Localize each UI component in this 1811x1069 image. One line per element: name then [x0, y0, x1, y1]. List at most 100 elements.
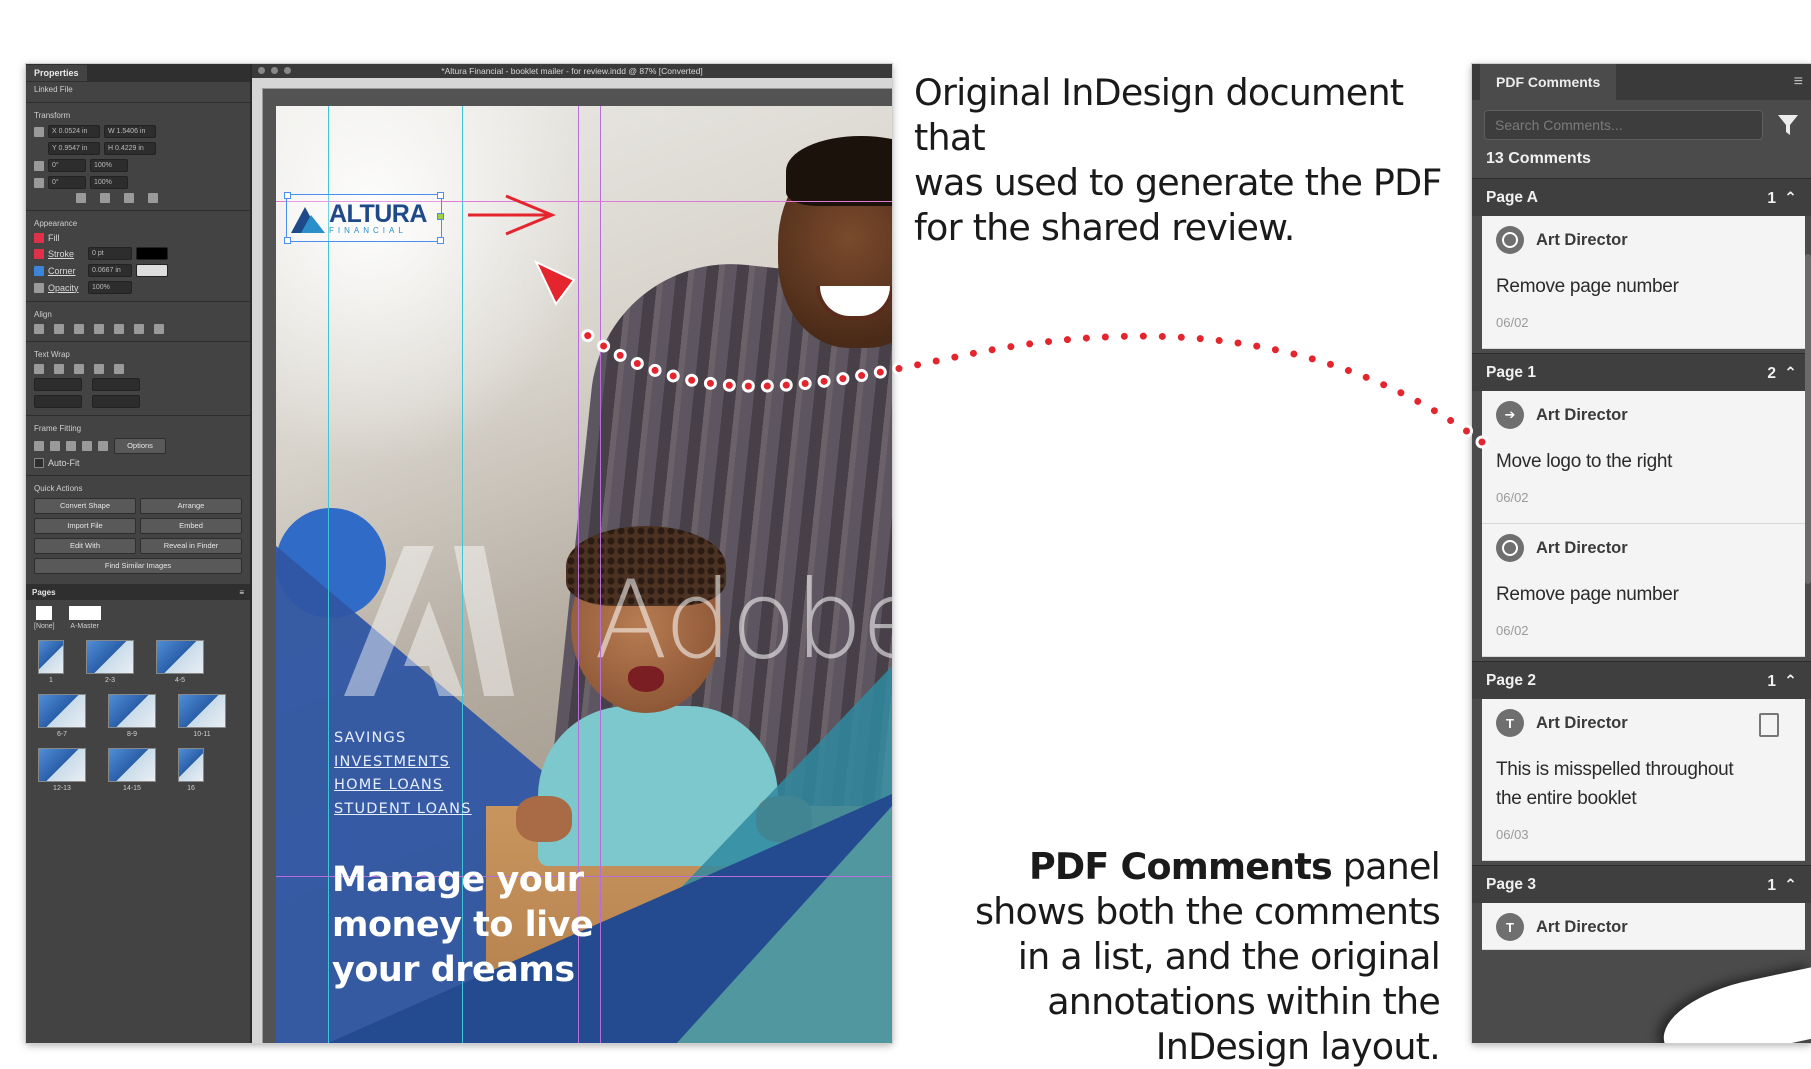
edit-with-button[interactable]: Edit With	[34, 538, 136, 554]
pdf-panel-title[interactable]: PDF Comments	[1480, 64, 1617, 100]
master-none[interactable]: [None]	[34, 606, 55, 630]
wrap-bounding-box-icon[interactable]	[54, 364, 64, 374]
zoom-window-icon[interactable]	[284, 67, 291, 74]
fit-frame-icon[interactable]	[66, 441, 76, 451]
scale-x-field[interactable]: 100%	[90, 159, 128, 172]
corner-label[interactable]: Corner	[48, 266, 84, 276]
rotation-field[interactable]: 0°	[48, 159, 86, 172]
arrange-button[interactable]: Arrange	[140, 498, 242, 514]
wrap-offset-bottom[interactable]	[34, 395, 82, 408]
flip-vertical-icon[interactable]	[148, 193, 158, 203]
stroke-type-dropdown[interactable]	[136, 247, 168, 260]
fit-content-icon[interactable]	[50, 441, 60, 451]
close-window-icon[interactable]	[258, 67, 265, 74]
page-thumb[interactable]: 1	[38, 640, 64, 684]
comment-card[interactable]: Art Director Remove page number 06/02	[1482, 524, 1805, 657]
comment-card[interactable]: T Art Director	[1482, 903, 1805, 950]
page-thumb[interactable]: 4-5	[156, 640, 204, 684]
flip-horizontal-icon[interactable]	[124, 193, 134, 203]
page-thumb[interactable]: 12-13	[38, 748, 86, 792]
width-field[interactable]: W 1.5406 in	[104, 125, 156, 138]
altura-logo-frame[interactable]: ALTURA FINANCIAL	[284, 192, 444, 244]
frame-fitting-options-button[interactable]: Options	[114, 438, 166, 454]
page-thumb[interactable]: 2-3	[86, 640, 134, 684]
panel-menu-icon[interactable]: ≡	[1794, 73, 1803, 91]
align-middle-icon[interactable]	[114, 324, 124, 334]
page-thumb[interactable]: 8-9	[108, 694, 156, 738]
fit-proportional-icon[interactable]	[82, 441, 92, 451]
tab-properties[interactable]: Properties	[26, 65, 87, 81]
wrap-object-shape-icon[interactable]	[74, 364, 84, 374]
page-thumb[interactable]: 14-15	[108, 748, 156, 792]
convert-shape-button[interactable]: Convert Shape	[34, 498, 136, 514]
reveal-in-finder-button[interactable]: Reveal in Finder	[140, 538, 242, 554]
embed-button[interactable]: Embed	[140, 518, 242, 534]
page-thumb[interactable]: 10-11	[178, 694, 226, 738]
corner-icon[interactable]	[34, 265, 44, 276]
align-left-icon[interactable]	[34, 324, 44, 334]
document-page[interactable]: Adobe ALTURA FINANCIAL SAVINGS INVESTM	[276, 106, 892, 1043]
selection-handle[interactable]	[437, 237, 444, 244]
stroke-swatch-icon[interactable]	[34, 248, 44, 259]
content-grabber-handle[interactable]	[437, 213, 444, 220]
import-file-button[interactable]: Import File	[34, 518, 136, 534]
corner-shape-dropdown[interactable]	[136, 264, 168, 277]
scale-y-field[interactable]: 100%	[90, 176, 128, 189]
chevron-up-icon[interactable]: ⌃	[1784, 189, 1797, 208]
align-bottom-icon[interactable]	[134, 324, 144, 334]
panel-menu-icon[interactable]: ≡	[239, 588, 244, 597]
align-top-icon[interactable]	[94, 324, 104, 334]
align-center-icon[interactable]	[54, 324, 64, 334]
jump-object-icon[interactable]	[94, 364, 104, 374]
opacity-label[interactable]: Opacity	[48, 283, 84, 293]
find-similar-images-button[interactable]: Find Similar Images	[34, 558, 242, 574]
horizontal-ruler[interactable]	[252, 78, 892, 89]
fill-frame-icon[interactable]	[34, 441, 44, 451]
master-a[interactable]: A-Master	[68, 606, 101, 630]
center-content-icon[interactable]	[98, 441, 108, 451]
search-comments-input[interactable]: Search Comments...	[1484, 110, 1763, 140]
comment-card[interactable]: ➔ Art Director Move logo to the right 06/…	[1482, 391, 1805, 524]
rotate-cw-icon[interactable]	[76, 193, 86, 203]
stroke-label[interactable]: Stroke	[48, 249, 84, 259]
fill-swatch-icon[interactable]	[34, 233, 44, 243]
jump-next-column-icon[interactable]	[114, 364, 124, 374]
selection-handle[interactable]	[284, 237, 291, 244]
comment-card[interactable]: Art Director Remove page number 06/02	[1482, 216, 1805, 349]
vertical-ruler[interactable]	[252, 88, 263, 1043]
selection-handle[interactable]	[437, 192, 444, 199]
x-field[interactable]: X 0.0524 in	[48, 125, 100, 138]
distribute-icon[interactable]	[154, 324, 164, 334]
height-field[interactable]: H 0.4229 in	[104, 142, 156, 155]
filter-icon[interactable]	[1777, 113, 1799, 137]
corner-size-field[interactable]: 0.0667 in	[88, 264, 132, 277]
y-field[interactable]: Y 0.9547 in	[48, 142, 100, 155]
chevron-up-icon[interactable]: ⌃	[1784, 364, 1797, 383]
auto-fit-checkbox[interactable]	[34, 458, 44, 468]
selection-handle[interactable]	[284, 192, 291, 199]
scrollbar[interactable]	[1805, 254, 1811, 584]
opacity-field[interactable]: 100%	[88, 281, 132, 294]
reply-document-icon[interactable]	[1759, 713, 1779, 737]
chevron-up-icon[interactable]: ⌃	[1784, 876, 1797, 895]
align-right-icon[interactable]	[74, 324, 84, 334]
chevron-up-icon[interactable]: ⌃	[1784, 672, 1797, 691]
comment-group-header[interactable]: Page A 1 ⌃	[1472, 178, 1811, 216]
wrap-offset-right[interactable]	[92, 378, 140, 391]
reference-point-icon[interactable]	[34, 126, 44, 137]
minimize-window-icon[interactable]	[271, 67, 278, 74]
comment-group-header[interactable]: Page 2 1 ⌃	[1472, 661, 1811, 699]
stroke-weight-field[interactable]: 0 pt	[88, 247, 132, 260]
pages-panel-header[interactable]: Pages ≡	[26, 584, 250, 600]
wrap-offset-left[interactable]	[92, 395, 140, 408]
page-thumb[interactable]: 16	[178, 748, 204, 792]
no-wrap-icon[interactable]	[34, 364, 44, 374]
page-thumb[interactable]: 6-7	[38, 694, 86, 738]
comment-card[interactable]: T Art Director This is misspelled through…	[1482, 699, 1805, 861]
comment-group-header[interactable]: Page 3 1 ⌃	[1472, 865, 1811, 903]
rotate-ccw-icon[interactable]	[100, 193, 110, 203]
shear-field[interactable]: 0°	[48, 176, 86, 189]
wrap-offset-top[interactable]	[34, 378, 82, 391]
comment-group-header[interactable]: Page 1 2 ⌃	[1472, 353, 1811, 391]
group-page-label: Page 3	[1486, 876, 1536, 893]
